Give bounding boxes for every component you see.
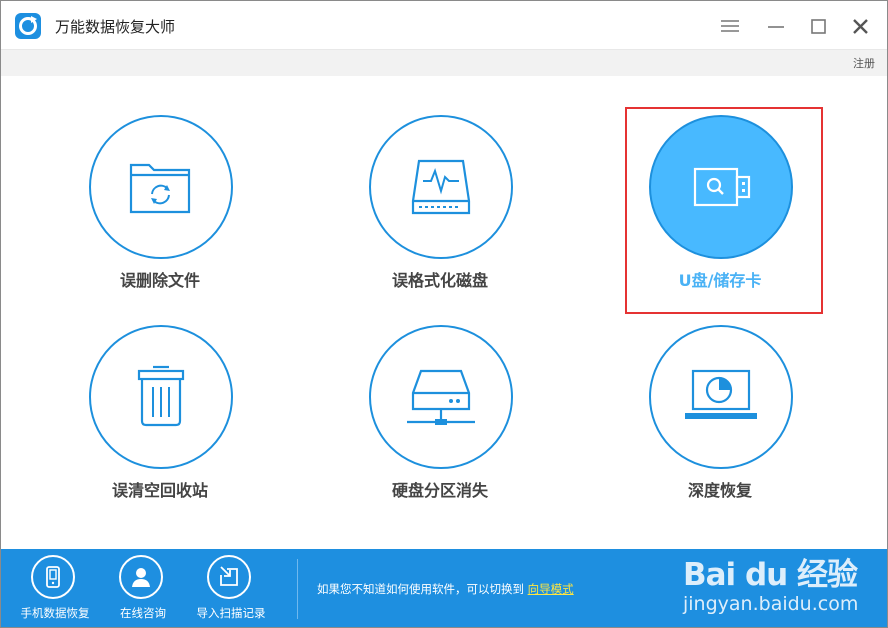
folder-recycle-icon [129, 163, 191, 214]
divider [297, 559, 298, 619]
tile-formatted-disk[interactable]: 误格式化磁盘 [342, 115, 538, 311]
network-drive-icon [407, 369, 475, 425]
minimize-icon [768, 26, 784, 28]
hint-text: 如果您不知道如何使用软件，可以切换到 [317, 582, 524, 596]
tile-label: 误删除文件 [119, 271, 200, 290]
tile-label: 误清空回收站 [111, 481, 208, 500]
maximize-icon [811, 19, 826, 34]
tile-circle [89, 115, 233, 259]
menu-button[interactable] [719, 15, 741, 37]
guide-mode-link[interactable]: 向导模式 [528, 582, 574, 596]
close-button[interactable] [850, 15, 872, 37]
hint-line: 如果您不知道如何使用软件，可以切换到 向导模式 [317, 581, 574, 597]
tile-label: 深度恢复 [687, 481, 752, 500]
button-circle [207, 555, 251, 599]
button-label: 在线咨询 [120, 606, 166, 620]
tile-circle [369, 115, 513, 259]
app-title: 万能数据恢复大师 [55, 18, 176, 36]
person-icon [132, 568, 150, 587]
tile-circle [369, 325, 513, 469]
import-icon [220, 566, 238, 586]
tile-recycle-bin[interactable]: 误清空回收站 [62, 325, 258, 521]
phone-icon [46, 566, 60, 588]
button-circle [119, 555, 163, 599]
close-icon [853, 19, 868, 34]
tile-deleted-files[interactable]: 误删除文件 [62, 115, 258, 311]
phone-recovery-button[interactable]: 手机数据恢复 [15, 555, 95, 625]
baidu-jingyan-watermark: Bai du 经验 jingyan.baidu.com [683, 549, 883, 627]
tile-lost-partition[interactable]: 硬盘分区消失 [342, 325, 538, 521]
selection-highlight-frame [625, 107, 823, 314]
title-bar: 万能数据恢复大师 [1, 1, 887, 49]
hamburger-icon [721, 20, 739, 32]
maximize-button[interactable] [808, 15, 830, 37]
trash-bin-icon [137, 365, 185, 427]
disk-pulse-icon [411, 159, 471, 215]
sub-toolbar: 注册 [1, 49, 887, 76]
button-circle [31, 555, 75, 599]
laptop-scan-icon [685, 369, 757, 419]
minimize-button[interactable] [765, 15, 787, 37]
button-label: 导入扫描记录 [196, 606, 266, 620]
app-window: 万能数据恢复大师 注册 误删除文件 误格式化磁盘 U盘/储存卡 误清空回收站 硬… [0, 0, 888, 628]
tile-circle [649, 325, 793, 469]
tile-circle [89, 325, 233, 469]
button-label: 手机数据恢复 [20, 606, 90, 620]
app-logo-icon [15, 13, 41, 39]
tile-label: 误格式化磁盘 [391, 271, 488, 290]
register-link[interactable]: 注册 [853, 55, 875, 71]
tile-label: 硬盘分区消失 [391, 481, 488, 500]
watermark-logo: Bai du 经验 [683, 557, 858, 593]
import-scan-record-button[interactable]: 导入扫描记录 [191, 555, 271, 625]
watermark-url: jingyan.baidu.com [683, 593, 859, 615]
online-consult-button[interactable]: 在线咨询 [103, 555, 183, 625]
tile-deep-recovery[interactable]: 深度恢复 [622, 325, 818, 521]
